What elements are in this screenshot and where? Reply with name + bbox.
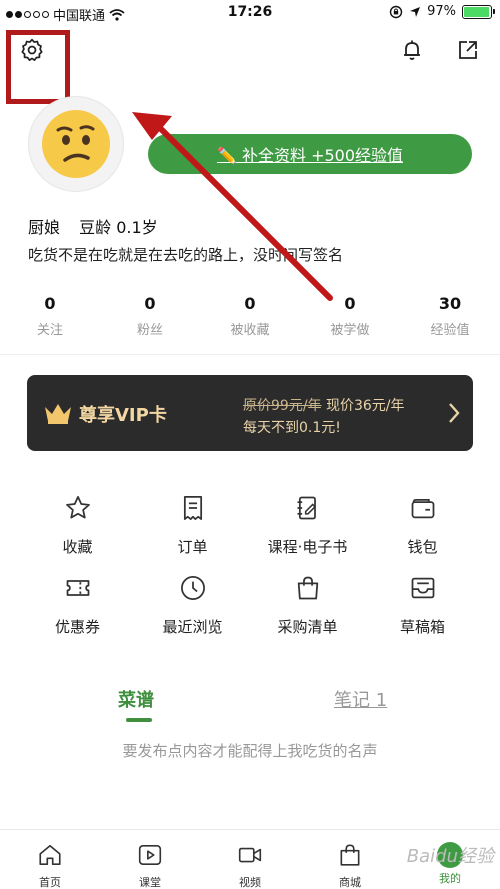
receipt-icon <box>183 496 202 520</box>
tab-notes[interactable]: 笔记 1 <box>334 686 387 712</box>
grid-item-favorites[interactable]: 收藏 <box>20 492 135 556</box>
home-icon <box>39 844 61 866</box>
external-link-icon <box>459 41 477 59</box>
nav-mall[interactable]: 商城 <box>300 830 400 889</box>
tab-recipes[interactable]: 菜谱 <box>118 686 154 712</box>
vip-new-price: 现价36元/年 <box>321 398 405 414</box>
user-signature: 吃货不是在吃就是在去吃的路上，没时间写签名 <box>28 246 344 264</box>
video-icon <box>238 847 262 863</box>
feature-grid: 收藏 订单 课程·电子书 钱包 优惠券 最近浏览 采购清单 草稿箱 <box>20 492 480 636</box>
stat-collected[interactable]: 0 被收藏 <box>200 294 300 338</box>
stat-number: 0 <box>44 294 56 313</box>
avatar[interactable] <box>28 96 124 192</box>
user-name: 厨娘 <box>28 218 61 237</box>
stat-number: 0 <box>244 294 256 313</box>
complete-profile-button[interactable]: ✏️ 补全资料 +500经验值 <box>148 134 472 174</box>
watermark: Baidu经验 <box>406 846 494 867</box>
stat-followers[interactable]: 0 粉丝 <box>100 294 200 338</box>
rotation-lock-icon <box>389 5 403 18</box>
stat-label: 被学做 <box>330 323 370 338</box>
nav-label: 课堂 <box>139 876 161 889</box>
battery-percent: 97% <box>427 4 456 19</box>
stat-experience[interactable]: 30 经验值 <box>400 294 500 338</box>
star-icon <box>65 496 90 519</box>
wallet-icon <box>411 498 434 519</box>
coupon-icon <box>66 580 89 596</box>
grid-item-label: 草稿箱 <box>399 618 445 636</box>
shopping-bag-icon <box>297 576 318 600</box>
share-button[interactable] <box>454 36 482 64</box>
grid-item-recent[interactable]: 最近浏览 <box>135 572 250 636</box>
grid-item-coupons[interactable]: 优惠券 <box>20 572 135 636</box>
stat-number: 0 <box>344 294 356 313</box>
nav-home[interactable]: 首页 <box>0 830 100 889</box>
location-icon <box>410 6 421 17</box>
active-tab-indicator <box>126 718 152 722</box>
chevron-right-icon <box>449 403 460 423</box>
nav-label: 视频 <box>239 876 261 889</box>
grid-item-label: 最近浏览 <box>162 618 223 636</box>
stat-number: 30 <box>438 294 462 313</box>
grid-item-orders[interactable]: 订单 <box>135 492 250 556</box>
nav-classroom[interactable]: 课堂 <box>100 830 200 889</box>
vip-title: 尊享VIP卡 <box>79 405 167 426</box>
grid-item-label: 收藏 <box>62 538 93 556</box>
grid-item-label: 课程·电子书 <box>267 538 348 556</box>
name-row: 厨娘 豆龄 0.1岁 <box>28 214 172 238</box>
battery-icon <box>462 4 495 19</box>
clock-icon <box>180 576 205 600</box>
stat-label: 被收藏 <box>230 323 270 338</box>
vip-old-price: 原价99元/年 <box>243 398 322 414</box>
stats-row: 0 关注 0 粉丝 0 被收藏 0 被学做 30 经验值 <box>0 294 500 338</box>
grid-item-label: 采购清单 <box>277 618 338 636</box>
grid-item-shopping-list[interactable]: 采购清单 <box>250 572 365 636</box>
vip-price: 原价99元/年 现价36元/年 <box>243 395 405 415</box>
status-right: 97% <box>389 4 495 19</box>
stat-label: 关注 <box>36 323 63 338</box>
divider <box>0 354 500 355</box>
grid-item-label: 优惠券 <box>54 618 100 636</box>
stat-label: 经验值 <box>430 323 470 338</box>
notebook-icon <box>297 496 316 520</box>
notifications-button[interactable] <box>398 36 426 64</box>
nav-label: 首页 <box>39 876 61 889</box>
bag-icon <box>340 844 360 866</box>
bean-age: 豆龄 0.1岁 <box>79 218 158 237</box>
bell-icon <box>404 40 420 60</box>
grid-item-courses-ebooks[interactable]: 课程·电子书 <box>250 492 365 556</box>
grid-item-drafts[interactable]: 草稿箱 <box>365 572 480 636</box>
nav-video[interactable]: 视频 <box>200 830 300 889</box>
grid-item-label: 钱包 <box>407 538 438 556</box>
worried-face-icon <box>42 110 110 178</box>
play-icon <box>138 844 162 866</box>
status-bar: 中国联通 17:26 97% <box>0 0 500 28</box>
nav-label: 我的 <box>439 872 461 885</box>
empty-state-text: 要发布点内容才能配得上我吃货的名声 <box>122 742 378 760</box>
stat-label: 粉丝 <box>136 323 163 338</box>
settings-highlight-box <box>6 30 70 104</box>
crown-icon <box>45 404 71 424</box>
stat-following[interactable]: 0 关注 <box>0 294 100 338</box>
grid-item-wallet[interactable]: 钱包 <box>365 492 480 556</box>
vip-card[interactable]: 尊享VIP卡 原价99元/年 现价36元/年 每天不到0.1元! <box>27 375 473 451</box>
nav-label: 商城 <box>339 876 361 889</box>
vip-subtitle: 每天不到0.1元! <box>243 420 341 436</box>
stat-number: 0 <box>144 294 156 313</box>
inbox-icon <box>411 577 434 599</box>
stat-learned[interactable]: 0 被学做 <box>300 294 400 338</box>
grid-item-label: 订单 <box>177 538 208 556</box>
